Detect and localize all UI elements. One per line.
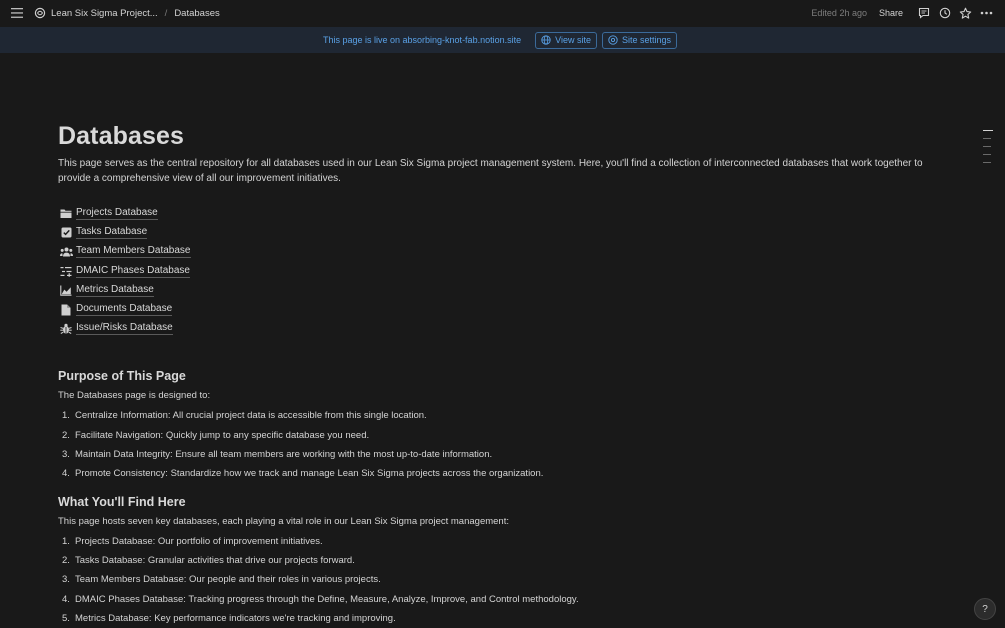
outline-marker [983, 146, 991, 147]
database-link-documents[interactable]: Documents Database [58, 300, 948, 319]
help-button[interactable]: ? [974, 598, 996, 620]
list-item[interactable]: 3. Team Members Database: Our people and … [58, 570, 948, 589]
list-item-text: Centralize Information: All crucial proj… [75, 410, 427, 422]
purpose-heading[interactable]: Purpose of This Page [58, 369, 948, 383]
database-link-label: Tasks Database [76, 226, 148, 240]
database-link-tasks[interactable]: Tasks Database [58, 223, 948, 242]
history-icon[interactable] [934, 4, 955, 22]
database-link-projects[interactable]: Projects Database [58, 204, 948, 223]
list-item[interactable]: 4. Promote Consistency: Standardize how w… [58, 464, 948, 483]
list-number: 3. [62, 448, 70, 460]
published-site-banner: This page is live on absorbing-knot-fab.… [0, 27, 1005, 53]
database-link-dmaic-phases[interactable]: DMAIC Phases Database [58, 262, 948, 281]
breadcrumb-databases[interactable]: Databases [174, 8, 219, 19]
chart-icon [59, 283, 73, 297]
list-item[interactable]: 5. Metrics Database: Key performance indi… [58, 609, 948, 628]
list-number: 3. [62, 574, 70, 586]
document-icon [59, 303, 73, 317]
sidebar-menu-icon[interactable] [8, 4, 26, 22]
database-link-label: Issue/Risks Database [76, 322, 173, 336]
list-item-text: Facilitate Navigation: Quickly jump to a… [75, 429, 370, 441]
globe-icon [541, 35, 551, 45]
workspace-icon [34, 7, 46, 19]
outline-marker [983, 162, 991, 163]
people-icon [59, 245, 73, 259]
settings-icon [608, 35, 618, 45]
list-item-text: Projects Database: Our portfolio of impr… [75, 536, 323, 548]
list-item[interactable]: 1. Centralize Information: All crucial pr… [58, 406, 948, 425]
find-intro[interactable]: This page hosts seven key databases, eac… [58, 516, 948, 527]
database-links-list: Projects Database Tasks Database Team Me… [58, 204, 948, 338]
list-item-text: Metrics Database: Key performance indica… [75, 612, 396, 624]
view-site-button[interactable]: View site [535, 31, 597, 49]
outline-marker [983, 138, 991, 139]
list-item-text: Team Members Database: Our people and th… [75, 574, 381, 586]
list-item-text: Promote Consistency: Standardize how we … [75, 467, 544, 479]
checkbox-icon [59, 226, 73, 240]
list-number: 1. [62, 536, 70, 548]
list-number: 5. [62, 612, 70, 624]
outline-marker [983, 130, 993, 131]
page-intro[interactable]: This page serves as the central reposito… [58, 157, 943, 186]
breadcrumb-separator: / [164, 7, 168, 19]
list-number: 4. [62, 467, 70, 479]
list-item[interactable]: 2. Facilitate Navigation: Quickly jump to… [58, 426, 948, 445]
list-item-text: DMAIC Phases Database: Tracking progress… [75, 593, 579, 605]
breadcrumb: Lean Six Sigma Project... / Databases [34, 7, 220, 19]
database-link-label: DMAIC Phases Database [76, 264, 190, 278]
purpose-intro[interactable]: The Databases page is designed to: [58, 390, 948, 401]
topbar: Lean Six Sigma Project... / Databases Ed… [0, 0, 1005, 26]
database-link-label: Documents Database [76, 303, 173, 317]
site-settings-button[interactable]: Site settings [601, 31, 677, 49]
database-link-team-members[interactable]: Team Members Database [58, 242, 948, 261]
list-item[interactable]: 3. Maintain Data Integrity: Ensure all te… [58, 445, 948, 464]
folder-icon [59, 207, 73, 221]
list-item-text: Tasks Database: Granular activities that… [75, 555, 355, 567]
page-title[interactable]: Databases [58, 118, 948, 154]
list-item[interactable]: 2. Tasks Database: Granular activities th… [58, 551, 948, 570]
share-button[interactable]: Share [879, 8, 903, 18]
list-item-text: Maintain Data Integrity: Ensure all team… [75, 448, 493, 460]
list-item[interactable]: 1. Projects Database: Our portfolio of im… [58, 532, 948, 551]
find-heading[interactable]: What You'll Find Here [58, 495, 948, 509]
database-link-label: Metrics Database [76, 283, 154, 297]
database-link-label: Projects Database [76, 207, 158, 221]
list-number: 2. [62, 429, 70, 441]
comments-icon[interactable] [913, 4, 934, 22]
database-link-metrics[interactable]: Metrics Database [58, 281, 948, 300]
star-icon[interactable] [955, 4, 976, 22]
breadcrumb-project[interactable]: Lean Six Sigma Project... [51, 8, 158, 19]
database-link-issue-risks[interactable]: Issue/Risks Database [58, 319, 948, 338]
page-content: Databases This page serves as the centra… [58, 118, 948, 628]
bug-icon [59, 322, 73, 336]
table-of-contents-outline[interactable] [983, 130, 995, 170]
list-number: 2. [62, 555, 70, 567]
help-icon: ? [982, 603, 988, 615]
more-options-icon[interactable] [976, 4, 997, 22]
list-number: 4. [62, 593, 70, 605]
purpose-list: 1. Centralize Information: All crucial pr… [58, 406, 948, 483]
phases-icon [59, 264, 73, 278]
find-list: 1. Projects Database: Our portfolio of im… [58, 532, 948, 628]
edited-timestamp: Edited 2h ago [811, 8, 867, 18]
list-item[interactable]: 4. DMAIC Phases Database: Tracking progre… [58, 590, 948, 609]
list-number: 1. [62, 410, 70, 422]
outline-marker [983, 154, 991, 155]
site-settings-label: Site settings [621, 35, 671, 45]
view-site-label: View site [555, 35, 591, 45]
database-link-label: Team Members Database [76, 245, 191, 259]
live-site-text[interactable]: This page is live on absorbing-knot-fab.… [323, 35, 521, 45]
